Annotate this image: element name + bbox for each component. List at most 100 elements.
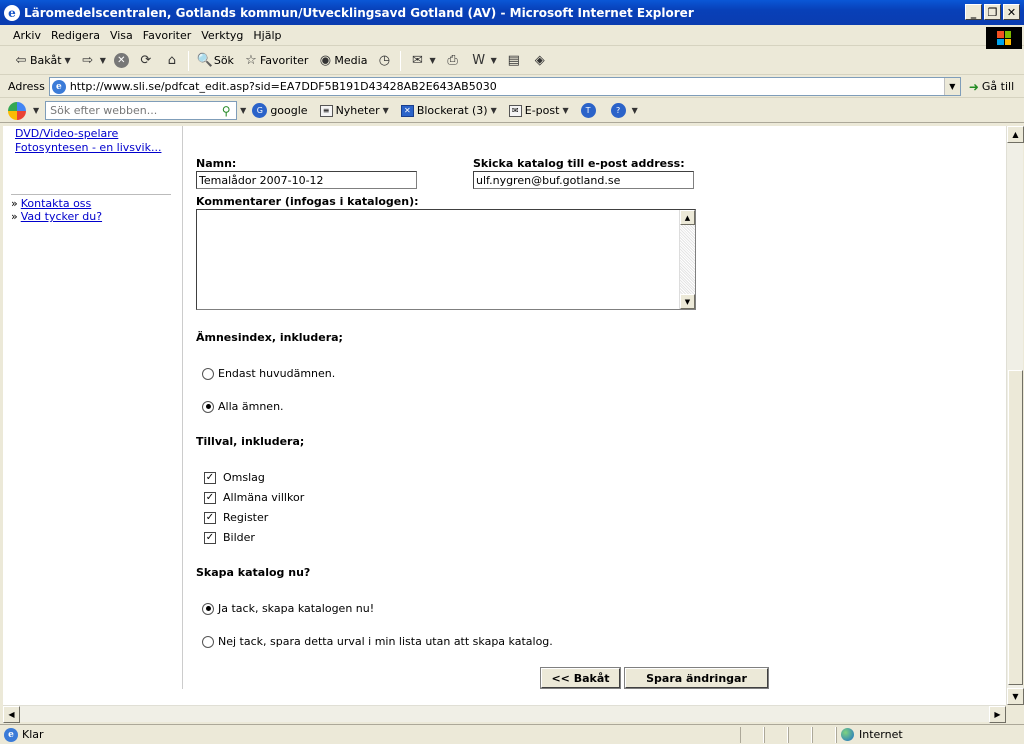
contact-link[interactable]: Kontakta oss [21,197,92,210]
horizontal-scrollbar[interactable]: ◀ ▶ [3,705,1006,723]
menu-favoriter[interactable]: Favoriter [138,29,196,42]
edit-button[interactable]: W ▼ [466,50,501,72]
google-menu-dropdown-icon[interactable]: ▼ [33,106,39,115]
feedback-link[interactable]: Vad tycker du? [21,210,102,223]
checkbox-cover[interactable]: ✓ [204,471,216,484]
address-label: Adress [8,80,45,93]
extras-option-cover[interactable]: ✓ Omslag [204,471,265,484]
home-icon: ⌂ [167,53,176,68]
favorites-button[interactable]: ☆ Favoriter [238,50,312,72]
scroll-up-icon[interactable]: ▲ [680,210,695,225]
mail-button[interactable]: ✉ ▼ [404,50,439,72]
back-arrow-icon: ⇦ [15,53,27,68]
scroll-down-icon[interactable]: ▼ [680,294,695,309]
forward-button[interactable]: ⇨ ▼ [75,50,110,72]
subject-option-all[interactable]: Alla ämnen. [202,400,284,413]
ie-icon: e [4,4,20,21]
subject-option-main-label: Endast huvudämnen. [218,367,336,380]
email-dropdown-icon[interactable]: ▼ [562,106,568,115]
refresh-button[interactable]: ⟳ [133,50,159,72]
comments-textarea[interactable]: ▲ ▼ [196,209,696,310]
nav-contact[interactable]: » Kontakta oss [11,197,91,210]
discuss-button[interactable]: ▤ [501,50,527,72]
close-button[interactable]: ✕ [1003,4,1020,20]
address-dropdown-icon[interactable]: ▼ [943,78,960,95]
status-cell [788,726,812,743]
back-dropdown-icon[interactable]: ▼ [65,56,71,65]
menu-hjalp[interactable]: Hjälp [248,29,286,42]
name-input[interactable]: Temalådor 2007-10-12 [196,171,417,189]
extras-option-images[interactable]: ✓ Bilder [204,531,255,544]
popup-blocker-button[interactable]: ✕ Blockerat (3) ▼ [395,104,503,117]
print-button[interactable]: ⎙ [440,50,466,72]
maximize-button[interactable]: ❐ [984,4,1001,20]
google-logo-icon[interactable] [8,101,26,120]
edit-dropdown-icon[interactable]: ▼ [491,56,497,65]
vertical-scrollbar[interactable]: ▲ ▼ [1006,126,1024,705]
mail-dropdown-icon[interactable]: ▼ [429,56,435,65]
windows-logo [986,27,1022,49]
nav-link-dvd[interactable]: DVD/Video-spelare [15,127,118,140]
menu-redigera[interactable]: Redigera [46,29,105,42]
history-button[interactable]: ◷ [371,50,397,72]
back-button[interactable]: ⇦ Bakåt ▼ [8,50,75,72]
comments-scrollbar[interactable]: ▲ ▼ [679,210,695,309]
scroll-left-icon[interactable]: ◀ [3,706,20,723]
blocked-label: Blockerat (3) [416,104,488,117]
security-zone[interactable]: Internet [836,726,1024,743]
google-search-icon[interactable]: ⚲ [218,103,234,118]
subject-option-main[interactable]: Endast huvudämnen. [202,367,335,380]
menu-verktyg[interactable]: Verktyg [196,29,248,42]
translate-button[interactable]: T [575,103,605,118]
save-changes-button[interactable]: Spara ändringar [624,667,769,689]
scroll-thumb[interactable] [1008,370,1023,685]
radio-all-subjects[interactable] [202,400,214,413]
translate-icon: T [580,103,596,118]
news-icon: ≡ [319,104,333,117]
forward-dropdown-icon[interactable]: ▼ [100,56,106,65]
checkbox-register[interactable]: ✓ [204,511,216,524]
extras-option-register[interactable]: ✓ Register [204,511,268,524]
go-button[interactable]: ➜ Gå till [969,80,1014,94]
create-option-no[interactable]: Nej tack, spara detta urval i min lista … [202,635,553,648]
favorites-icon: ☆ [245,53,257,68]
back-form-button[interactable]: << Bakåt [540,667,621,689]
nav-feedback[interactable]: » Vad tycker du? [11,210,102,223]
title-bar[interactable]: e Läromedelscentralen, Gotlands kommun/U… [0,0,1024,25]
radio-main-only[interactable] [202,367,214,380]
news-button[interactable]: ≡ Nyheter ▼ [314,104,395,117]
minimize-button[interactable]: _ [965,4,982,20]
search-button[interactable]: 🔍 Sök [192,50,238,72]
stop-button[interactable]: ✕ [110,50,133,72]
google-web-icon: G [252,103,268,118]
messenger-button[interactable]: ◈ [527,50,553,72]
extras-option-terms-label: Allmäna villkor [223,491,305,504]
extras-option-terms[interactable]: ✓ Allmäna villkor [204,491,304,504]
mail-icon: ✉ [412,53,423,68]
extras-option-register-label: Register [223,511,269,524]
menu-visa[interactable]: Visa [105,29,138,42]
radio-create-yes[interactable] [202,602,214,615]
scroll-down-icon[interactable]: ▼ [1007,688,1024,705]
menu-arkiv[interactable]: Arkiv [8,29,46,42]
media-button[interactable]: ◉ Media [312,50,371,72]
scroll-right-icon[interactable]: ▶ [989,706,1006,723]
blocked-dropdown-icon[interactable]: ▼ [491,106,497,115]
news-dropdown-icon[interactable]: ▼ [383,106,389,115]
google-search-button[interactable]: G google [246,103,313,118]
help-dropdown-icon[interactable]: ▼ [632,106,638,115]
email-button[interactable]: ✉ E-post ▼ [503,104,575,117]
checkbox-images[interactable]: ✓ [204,531,216,544]
help-button[interactable]: ? ▼ [605,103,644,118]
checkbox-terms[interactable]: ✓ [204,491,216,504]
page-icon: e [51,79,66,94]
address-input[interactable]: e http://www.sli.se/pdfcat_edit.asp?sid=… [48,77,961,96]
nav-link-fotosyntesen[interactable]: Fotosyntesen - en livsvik... [15,141,161,154]
radio-create-no[interactable] [202,635,214,648]
google-search-input[interactable]: Sök efter webben... ⚲ [45,101,238,120]
scroll-up-icon[interactable]: ▲ [1007,126,1024,143]
nav-divider [11,194,171,195]
home-button[interactable]: ⌂ [159,50,185,72]
email-input[interactable]: ulf.nygren@buf.gotland.se [473,171,694,189]
create-option-yes[interactable]: Ja tack, skapa katalogen nu! [202,602,374,615]
